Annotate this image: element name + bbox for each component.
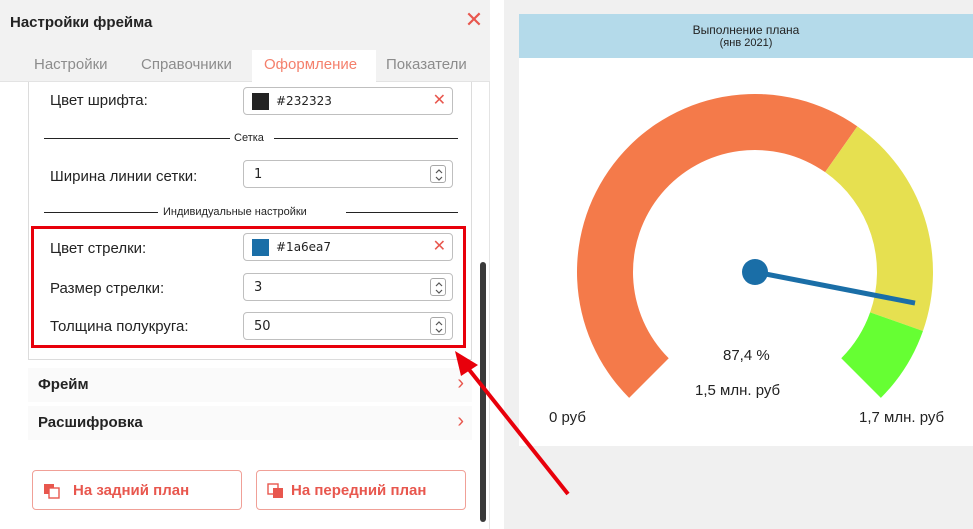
gauge-min-label: 0 руб <box>549 409 586 426</box>
tab-indicators[interactable]: Показатели <box>386 56 467 73</box>
grid-width-value: 1 <box>254 167 263 182</box>
divider-line <box>346 212 458 213</box>
tab-appearance[interactable]: Оформление <box>264 56 357 73</box>
bring-to-front-label: На передний план <box>291 482 427 499</box>
send-to-back-button[interactable]: На задний план <box>32 470 242 510</box>
grid-width-label: Ширина линии сетки: <box>50 168 198 185</box>
gauge-band-1 <box>825 126 933 331</box>
bring-front-icon <box>267 483 283 498</box>
accordion-frame-label: Фрейм <box>38 376 89 393</box>
chevron-right-icon: › <box>457 372 464 394</box>
send-to-back-label: На задний план <box>73 482 190 499</box>
close-icon[interactable]: ✕ <box>464 8 484 32</box>
frame-settings-panel: Настройки фрейма ✕ Настройки Справочники… <box>0 0 490 529</box>
clear-font-color-icon[interactable]: ✕ <box>433 91 446 111</box>
grid-width-input[interactable]: 1 <box>243 160 453 188</box>
panel-title: Настройки фрейма <box>10 14 153 31</box>
font-color-value: #232323 <box>276 94 332 108</box>
chevron-right-icon: › <box>457 410 464 432</box>
tab-references[interactable]: Справочники <box>141 56 232 73</box>
bring-to-front-button[interactable]: На передний план <box>256 470 466 510</box>
font-color-swatch[interactable] <box>252 93 269 110</box>
panel-header: Настройки фрейма ✕ <box>0 0 490 46</box>
gauge-max-label: 1,7 млн. руб <box>859 409 945 426</box>
gauge-value-label: 1,5 млн. руб <box>695 382 781 399</box>
tab-bar: Настройки Справочники Оформление Показат… <box>0 46 490 83</box>
grid-section-title: Сетка <box>234 132 264 144</box>
divider-line <box>274 138 458 139</box>
tab-settings[interactable]: Настройки <box>34 56 108 73</box>
send-back-icon <box>44 484 60 499</box>
gauge-percent-label: 87,4 % <box>723 347 770 364</box>
panel-scrollbar[interactable] <box>480 262 486 522</box>
divider-line <box>44 212 158 213</box>
individual-section-title: Индивидуальные настройки <box>163 206 307 218</box>
gauge-widget[interactable]: Выполнение плана (янв 2021) 87,4 % 1,5 м… <box>519 14 973 446</box>
gauge-band-0 <box>576 93 858 398</box>
gauge-needle-hub <box>742 259 768 285</box>
grid-width-spinner[interactable] <box>430 165 446 183</box>
divider-line <box>44 138 230 139</box>
spinner-arrows-icon <box>435 169 443 181</box>
font-color-label: Цвет шрифта: <box>50 92 148 109</box>
highlight-box <box>31 226 466 348</box>
accordion-frame[interactable]: Фрейм › <box>28 368 472 402</box>
font-color-field[interactable]: #232323 ✕ <box>243 87 453 115</box>
accordion-drilldown-label: Расшифровка <box>38 414 143 431</box>
accordion-drilldown[interactable]: Расшифровка › <box>28 406 472 440</box>
